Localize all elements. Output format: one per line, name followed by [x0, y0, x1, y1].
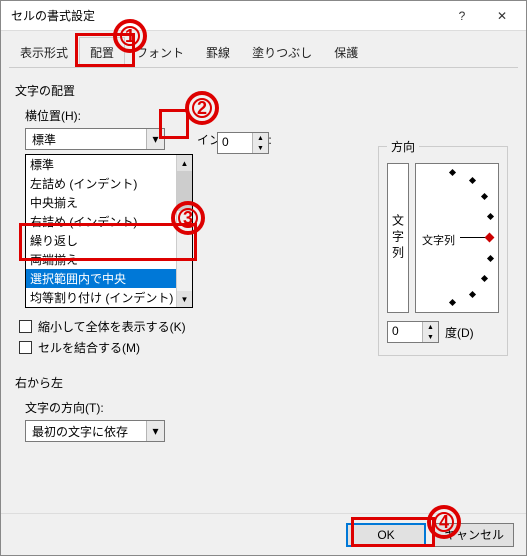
horizontal-combo[interactable]: 標準 ▾	[25, 128, 165, 150]
spin-down-icon[interactable]: ▼	[423, 332, 438, 342]
spin-down-icon[interactable]: ▼	[253, 143, 268, 153]
close-button[interactable]: ✕	[482, 2, 522, 30]
option-justify[interactable]: 両端揃え	[26, 250, 192, 269]
spin-up-icon[interactable]: ▲	[253, 133, 268, 143]
text-direction-value: 最初の文字に依存	[26, 421, 146, 441]
shrink-to-fit-label: 縮小して全体を表示する(K)	[38, 318, 186, 335]
degrees-label: 度(D)	[445, 324, 474, 341]
merge-cells-label: セルを結合する(M)	[38, 339, 140, 356]
titlebar: セルの書式設定 ? ✕	[1, 1, 526, 31]
tabstrip: 表示形式 配置 フォント 罫線 塗りつぶし 保護	[1, 31, 526, 67]
scroll-down-icon[interactable]: ▼	[177, 291, 192, 307]
option-repeat[interactable]: 繰り返し	[26, 231, 192, 250]
orientation-group: 方向 文字列 文字列	[378, 138, 508, 356]
orientation-legend: 方向	[387, 138, 419, 155]
horizontal-combo-value: 標準	[26, 129, 146, 149]
text-direction-combo[interactable]: 最初の文字に依存 ▾	[25, 420, 165, 442]
vertical-text-label: 文字列	[390, 214, 407, 262]
indent-spinner[interactable]: 0 ▲ ▼	[217, 132, 269, 154]
tab-alignment[interactable]: 配置	[79, 37, 125, 67]
spin-up-icon[interactable]: ▲	[423, 322, 438, 332]
option-right-indent[interactable]: 右詰め (インデント)	[26, 212, 192, 231]
tab-border[interactable]: 罫線	[195, 37, 241, 67]
indent-value[interactable]: 0	[218, 133, 252, 153]
horizontal-dropdown-list[interactable]: 標準 左詰め (インデント) 中央揃え 右詰め (インデント) 繰り返し 両端揃…	[25, 154, 193, 308]
option-center[interactable]: 中央揃え	[26, 193, 192, 212]
scroll-thumb[interactable]	[177, 171, 192, 211]
rtl-section-label: 右から左	[15, 374, 512, 391]
horizontal-label: 横位置(H):	[25, 107, 512, 124]
degrees-value[interactable]: 0	[388, 322, 422, 342]
chevron-down-icon[interactable]: ▾	[146, 421, 164, 441]
option-center-across-selection[interactable]: 選択範囲内で中央	[26, 269, 192, 288]
vertical-text-button[interactable]: 文字列	[387, 163, 409, 313]
dropdown-scrollbar[interactable]: ▲ ▼	[176, 155, 192, 307]
text-alignment-label: 文字の配置	[15, 82, 512, 99]
degrees-spinner[interactable]: 0 ▲ ▼	[387, 321, 439, 343]
dialog-footer: OK キャンセル	[1, 513, 526, 555]
tab-font[interactable]: フォント	[125, 37, 195, 67]
option-distributed-indent[interactable]: 均等割り付け (インデント)	[26, 288, 192, 307]
tab-body: 文字の配置 横位置(H): 標準 ▾ インデント(I): 標準 左詰め (インデ…	[1, 68, 526, 452]
dialog-format-cells: セルの書式設定 ? ✕ 表示形式 配置 フォント 罫線 塗りつぶし 保護 文字の…	[0, 0, 527, 556]
window-title: セルの書式設定	[11, 7, 442, 24]
tab-protection[interactable]: 保護	[323, 37, 369, 67]
tab-fill[interactable]: 塗りつぶし	[241, 37, 323, 67]
dial-text-label: 文字列	[422, 232, 455, 248]
tab-number[interactable]: 表示形式	[9, 37, 79, 67]
scroll-up-icon[interactable]: ▲	[177, 155, 192, 171]
help-button[interactable]: ?	[442, 2, 482, 30]
option-standard[interactable]: 標準	[26, 155, 192, 174]
checkbox-icon	[19, 341, 32, 354]
option-left-indent[interactable]: 左詰め (インデント)	[26, 174, 192, 193]
ok-button[interactable]: OK	[346, 523, 426, 547]
chevron-down-icon[interactable]: ▾	[146, 129, 164, 149]
orientation-dial[interactable]: 文字列	[415, 163, 499, 313]
cancel-button[interactable]: キャンセル	[434, 523, 514, 547]
text-direction-label: 文字の方向(T):	[25, 399, 512, 416]
checkbox-icon	[19, 320, 32, 333]
